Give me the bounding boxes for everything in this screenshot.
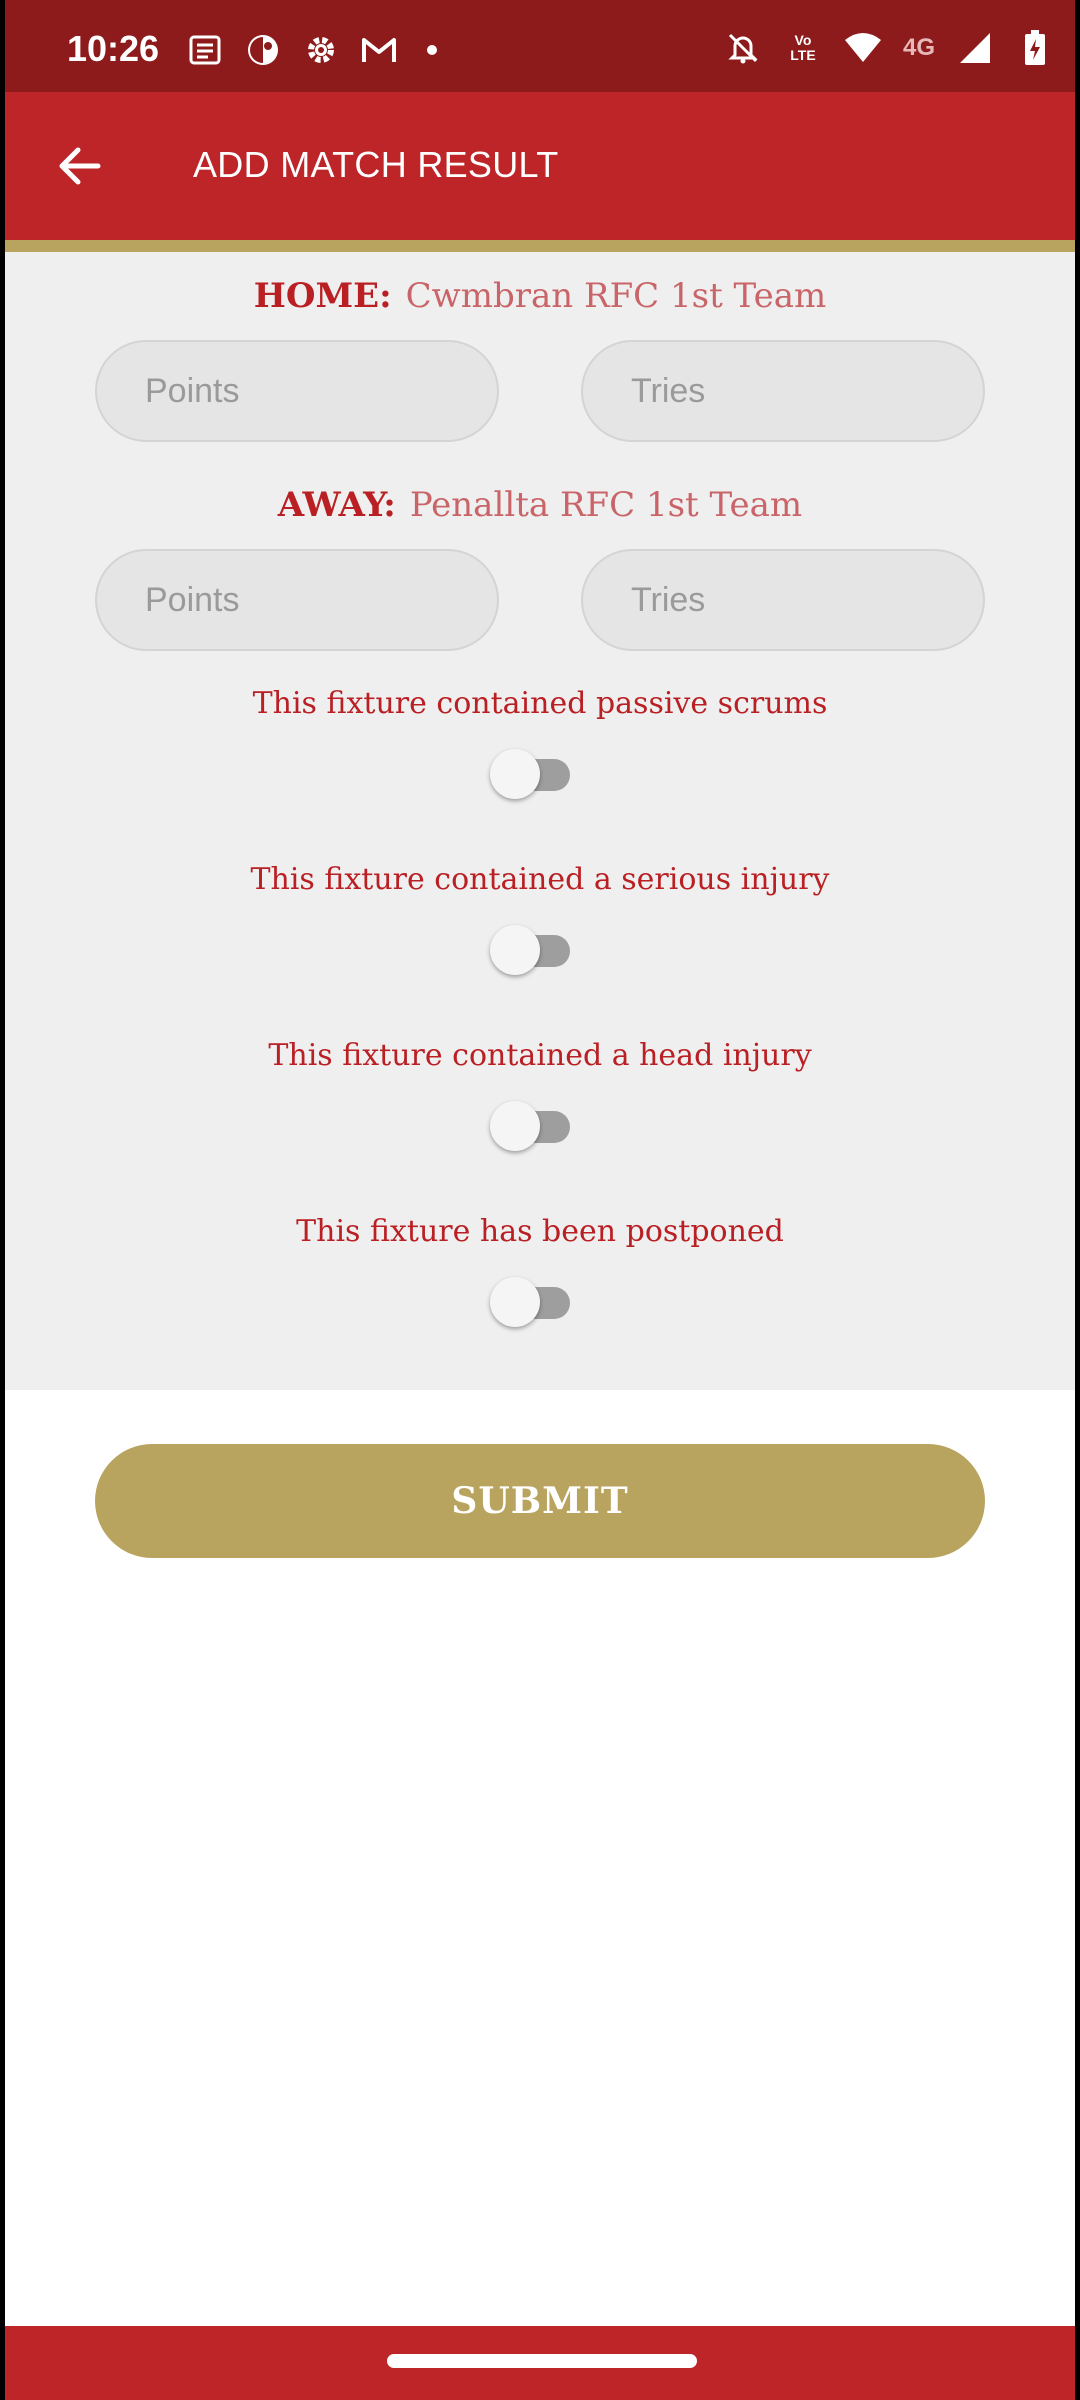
signal-icon xyxy=(955,28,995,68)
postponed-switch[interactable] xyxy=(490,1277,578,1327)
gear-icon xyxy=(301,30,341,70)
notification-dot-icon xyxy=(427,45,437,55)
head-injury-switch[interactable] xyxy=(490,1101,578,1151)
arrow-left-icon xyxy=(59,147,101,185)
home-points-input[interactable]: Points xyxy=(95,340,499,442)
mute-icon xyxy=(723,28,763,68)
away-team-line: AWAY: Penallta RFC 1st Team xyxy=(5,485,1075,525)
home-team-line: HOME: Cwmbran RFC 1st Team xyxy=(5,276,1075,316)
serious-injury-switch[interactable] xyxy=(490,925,578,975)
home-gesture-handle[interactable] xyxy=(387,2354,697,2368)
status-right-icons: Vo LTE 4G xyxy=(723,28,1055,68)
away-team-name: Penallta RFC 1st Team xyxy=(409,485,803,525)
status-left-icons xyxy=(185,30,437,70)
gmail-icon xyxy=(359,30,399,70)
postponed-label: This fixture has been postponed xyxy=(296,1214,784,1249)
app-bar: ADD MATCH RESULT xyxy=(5,92,1075,240)
screen: 10:26 Vo LTE 4G ADD MATCH RESULT HOME: C… xyxy=(5,0,1075,2400)
status-bar: 10:26 Vo LTE 4G xyxy=(5,0,1075,92)
match-result-form: HOME: Cwmbran RFC 1st Team Points Tries A… xyxy=(5,252,1075,1390)
passive-scrums-switch[interactable] xyxy=(490,749,578,799)
circle-app-icon xyxy=(243,30,283,70)
accent-divider xyxy=(5,240,1075,252)
home-tries-input[interactable]: Tries xyxy=(581,340,985,442)
head-injury-label: This fixture contained a head injury xyxy=(268,1038,812,1073)
battery-icon xyxy=(1015,28,1055,68)
passive-scrums-label: This fixture contained passive scrums xyxy=(252,686,828,721)
news-icon xyxy=(185,30,225,70)
home-team-name: Cwmbran RFC 1st Team xyxy=(405,276,827,316)
page-title: ADD MATCH RESULT xyxy=(193,144,559,185)
away-tries-input[interactable]: Tries xyxy=(581,549,985,651)
back-button[interactable] xyxy=(53,140,105,192)
navigation-bar xyxy=(5,2326,1075,2400)
home-label: HOME: xyxy=(253,276,392,316)
submit-button[interactable]: SUBMIT xyxy=(95,1444,985,1558)
away-label: AWAY: xyxy=(277,485,396,525)
volte-icon: Vo LTE xyxy=(790,32,816,63)
status-time: 10:26 xyxy=(67,28,160,69)
network-type-label: 4G xyxy=(902,34,935,61)
away-points-input[interactable]: Points xyxy=(95,549,499,651)
serious-injury-label: This fixture contained a serious injury xyxy=(250,862,830,897)
wifi-icon xyxy=(843,28,883,68)
